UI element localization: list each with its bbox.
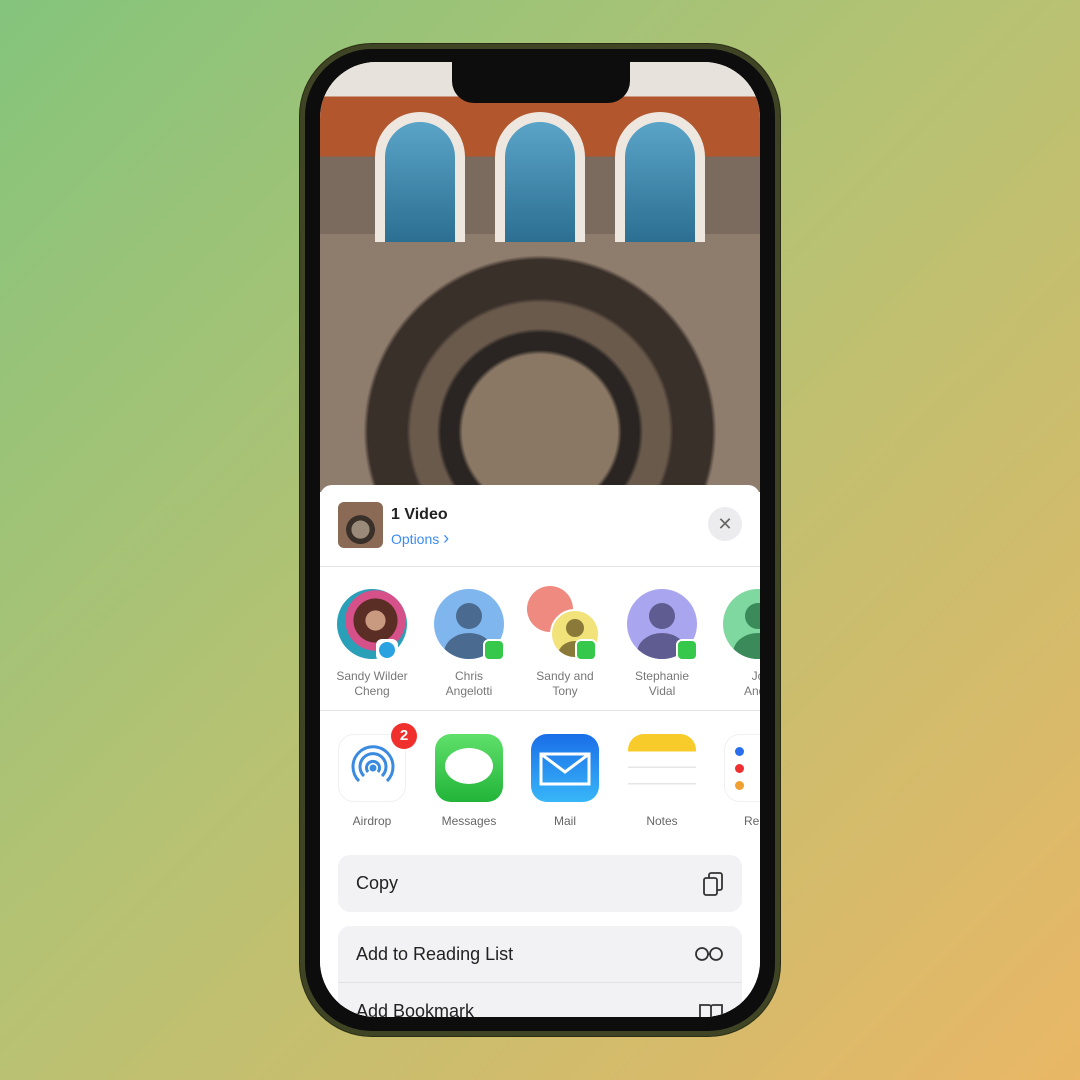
contact-name: Stephanie xyxy=(634,669,690,683)
app-label: Mail xyxy=(553,814,576,828)
notification-badge: 2 xyxy=(391,723,417,749)
video-preview-image xyxy=(320,62,760,492)
reminders-icon xyxy=(724,734,760,802)
notes-icon xyxy=(628,734,696,802)
options-link[interactable]: Options › xyxy=(391,528,449,549)
glasses-icon xyxy=(695,947,723,961)
close-icon: ✕ xyxy=(717,514,733,534)
action-label: Copy xyxy=(356,873,399,893)
options-label: Options xyxy=(391,531,440,547)
video-thumbnail xyxy=(338,502,383,548)
contact-name: Chris xyxy=(454,669,483,683)
action-label: Add Bookmark xyxy=(356,1001,475,1017)
contact-name: Tony xyxy=(552,684,578,698)
app-reminders[interactable]: Remi xyxy=(710,734,760,828)
contact-item[interactable]: Chris Angelotti xyxy=(421,589,517,699)
phone-screen: 1 Video Options › ✕ Sandy Wilder Cheng Ch… xyxy=(320,62,760,1017)
messages-icon xyxy=(483,639,505,661)
notch xyxy=(452,62,630,103)
share-title: 1 Video xyxy=(391,506,448,523)
app-label: Notes xyxy=(646,814,678,828)
action-label: Add to Reading List xyxy=(356,943,514,964)
telegram-icon xyxy=(376,639,398,661)
app-label: Messages xyxy=(441,814,497,828)
app-messages[interactable]: Messages xyxy=(421,734,517,828)
contact-name: Sandy and xyxy=(536,669,594,683)
contact-item[interactable]: Stephanie Vidal xyxy=(614,589,710,699)
airdrop-icon: 2 xyxy=(338,723,417,802)
mail-icon xyxy=(531,734,599,802)
contact-name: Cheng xyxy=(354,684,390,698)
divider xyxy=(320,566,760,567)
close-button[interactable]: ✕ xyxy=(708,507,742,541)
add-bookmark-action[interactable]: Add Bookmark xyxy=(338,983,742,1017)
book-icon xyxy=(699,1003,723,1017)
contact-name: Vidal xyxy=(648,684,676,698)
contact-name: Jo xyxy=(751,669,760,683)
share-sheet: 1 Video Options › ✕ Sandy Wilder Cheng Ch… xyxy=(320,485,760,1017)
messages-icon xyxy=(435,734,503,802)
add-to-reading-list-action[interactable]: Add to Reading List xyxy=(338,926,742,983)
app-label: Remi xyxy=(743,814,760,828)
app-airdrop[interactable]: 2 Airdrop xyxy=(324,723,420,828)
contact-name: Ande xyxy=(743,684,760,698)
contact-item[interactable]: Sandy Wilder Cheng xyxy=(324,589,420,699)
app-mail[interactable]: Mail xyxy=(517,734,613,828)
contact-item[interactable]: Sandy and Tony xyxy=(517,586,613,699)
messages-icon xyxy=(676,639,698,661)
app-label: Airdrop xyxy=(352,814,392,828)
chevron-right-icon: › xyxy=(443,528,450,548)
divider xyxy=(320,710,760,711)
contact-item[interactable]: JoAnde xyxy=(710,589,760,699)
contact-name: Angelotti xyxy=(445,684,493,698)
contact-name: Sandy Wilder xyxy=(336,669,408,683)
avatar xyxy=(723,589,760,659)
copy-action[interactable]: Copy xyxy=(338,855,742,912)
messages-icon xyxy=(575,639,597,661)
copy-icon xyxy=(703,871,723,896)
app-notes[interactable]: Notes xyxy=(614,734,710,828)
